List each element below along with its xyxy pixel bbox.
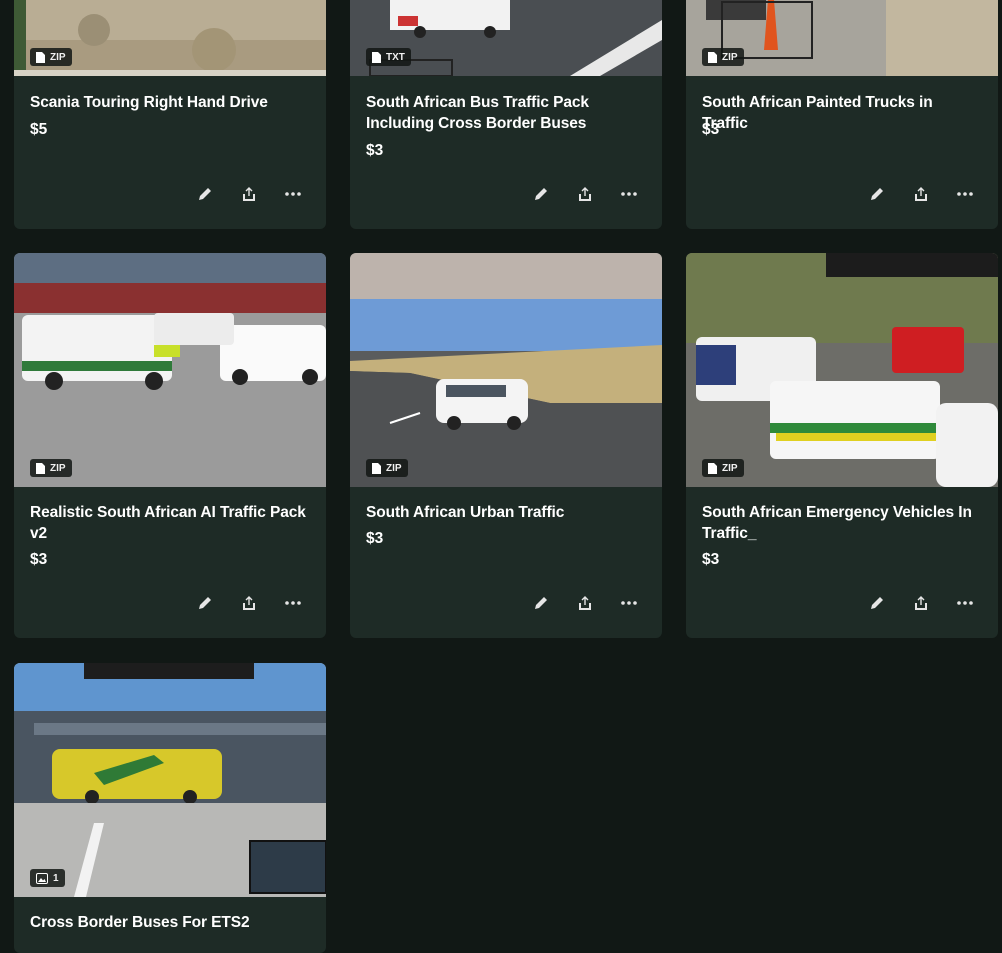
share-button[interactable] — [240, 185, 258, 203]
product-thumbnail[interactable]: ZIP — [686, 0, 998, 76]
more-icon — [621, 601, 637, 605]
file-type-badge: ZIP — [702, 459, 744, 477]
share-button[interactable] — [576, 594, 594, 612]
more-icon — [621, 192, 637, 196]
product-price: $3 — [366, 530, 384, 547]
product-title[interactable]: Realistic South African AI Traffic Pack … — [30, 502, 310, 544]
pencil-icon — [535, 597, 547, 609]
product-price: $3 — [30, 551, 48, 568]
product-card[interactable]: ZIP South African Painted Trucks in Traf… — [686, 0, 998, 229]
image-count-badge: 1 — [30, 869, 65, 887]
badge-label: ZIP — [50, 462, 66, 474]
file-icon — [372, 51, 381, 63]
pencil-icon — [199, 188, 211, 200]
edit-button[interactable] — [868, 594, 886, 612]
file-icon — [708, 462, 717, 474]
card-actions — [868, 185, 974, 203]
more-icon — [957, 192, 973, 196]
file-type-badge: TXT — [366, 48, 411, 66]
pencil-icon — [871, 597, 883, 609]
card-actions — [868, 594, 974, 612]
product-thumbnail[interactable]: 1 — [14, 663, 326, 897]
more-button[interactable] — [956, 594, 974, 612]
more-icon — [957, 601, 973, 605]
product-price: $3 — [366, 142, 384, 159]
card-actions — [196, 594, 302, 612]
share-button[interactable] — [912, 594, 930, 612]
product-title[interactable]: Scania Touring Right Hand Drive — [30, 92, 310, 113]
file-icon — [372, 462, 381, 474]
share-button[interactable] — [240, 594, 258, 612]
file-type-badge: ZIP — [702, 48, 744, 66]
card-actions — [532, 185, 638, 203]
product-price: $3 — [702, 121, 720, 138]
share-icon — [243, 596, 255, 610]
product-price: $3 — [702, 551, 720, 568]
file-icon — [36, 51, 45, 63]
product-card[interactable]: ZIP Scania Touring Right Hand Drive $5 — [14, 0, 326, 229]
more-button[interactable] — [284, 185, 302, 203]
product-thumbnail[interactable]: ZIP — [350, 253, 662, 487]
product-card[interactable]: 1 Cross Border Buses For ETS2 — [14, 663, 326, 953]
more-button[interactable] — [284, 594, 302, 612]
edit-button[interactable] — [532, 185, 550, 203]
badge-label: ZIP — [50, 51, 66, 63]
pencil-icon — [535, 188, 547, 200]
share-button[interactable] — [912, 185, 930, 203]
badge-label: 1 — [53, 872, 59, 884]
product-card[interactable]: ZIP Realistic South African AI Traffic P… — [14, 253, 326, 638]
share-button[interactable] — [576, 185, 594, 203]
badge-label: ZIP — [386, 462, 402, 474]
share-icon — [579, 596, 591, 610]
pencil-icon — [199, 597, 211, 609]
more-button[interactable] — [620, 594, 638, 612]
thumbnail-image — [686, 253, 998, 487]
file-type-badge: ZIP — [366, 459, 408, 477]
edit-button[interactable] — [196, 594, 214, 612]
more-button[interactable] — [956, 185, 974, 203]
share-icon — [243, 187, 255, 201]
more-icon — [285, 601, 301, 605]
share-icon — [579, 187, 591, 201]
product-price: $5 — [30, 121, 48, 138]
card-actions — [196, 185, 302, 203]
product-title[interactable]: South African Bus Traffic Pack Including… — [366, 92, 646, 134]
badge-label: ZIP — [722, 462, 738, 474]
product-card[interactable]: TXT South African Bus Traffic Pack Inclu… — [350, 0, 662, 229]
file-icon — [708, 51, 717, 63]
product-thumbnail[interactable]: ZIP — [14, 253, 326, 487]
product-title[interactable]: South African Emergency Vehicles In Traf… — [702, 502, 982, 544]
product-title[interactable]: South African Painted Trucks in Traffic — [702, 92, 982, 134]
file-icon — [36, 462, 45, 474]
product-card[interactable]: ZIP South African Urban Traffic $3 — [350, 253, 662, 638]
card-actions — [532, 594, 638, 612]
more-icon — [285, 192, 301, 196]
product-title[interactable]: Cross Border Buses For ETS2 — [30, 912, 310, 933]
badge-label: ZIP — [722, 51, 738, 63]
share-icon — [915, 187, 927, 201]
badge-label: TXT — [386, 51, 405, 63]
image-icon — [36, 872, 48, 884]
file-type-badge: ZIP — [30, 48, 72, 66]
file-type-badge: ZIP — [30, 459, 72, 477]
thumbnail-image — [14, 663, 326, 897]
product-thumbnail[interactable]: ZIP — [14, 0, 326, 76]
product-card[interactable]: ZIP South African Emergency Vehicles In … — [686, 253, 998, 638]
product-title[interactable]: South African Urban Traffic — [366, 502, 646, 523]
edit-button[interactable] — [868, 185, 886, 203]
more-button[interactable] — [620, 185, 638, 203]
thumbnail-image — [350, 253, 662, 487]
product-thumbnail[interactable]: ZIP — [686, 253, 998, 487]
product-thumbnail[interactable]: TXT — [350, 0, 662, 76]
edit-button[interactable] — [532, 594, 550, 612]
thumbnail-image — [14, 253, 326, 487]
pencil-icon — [871, 188, 883, 200]
edit-button[interactable] — [196, 185, 214, 203]
share-icon — [915, 596, 927, 610]
